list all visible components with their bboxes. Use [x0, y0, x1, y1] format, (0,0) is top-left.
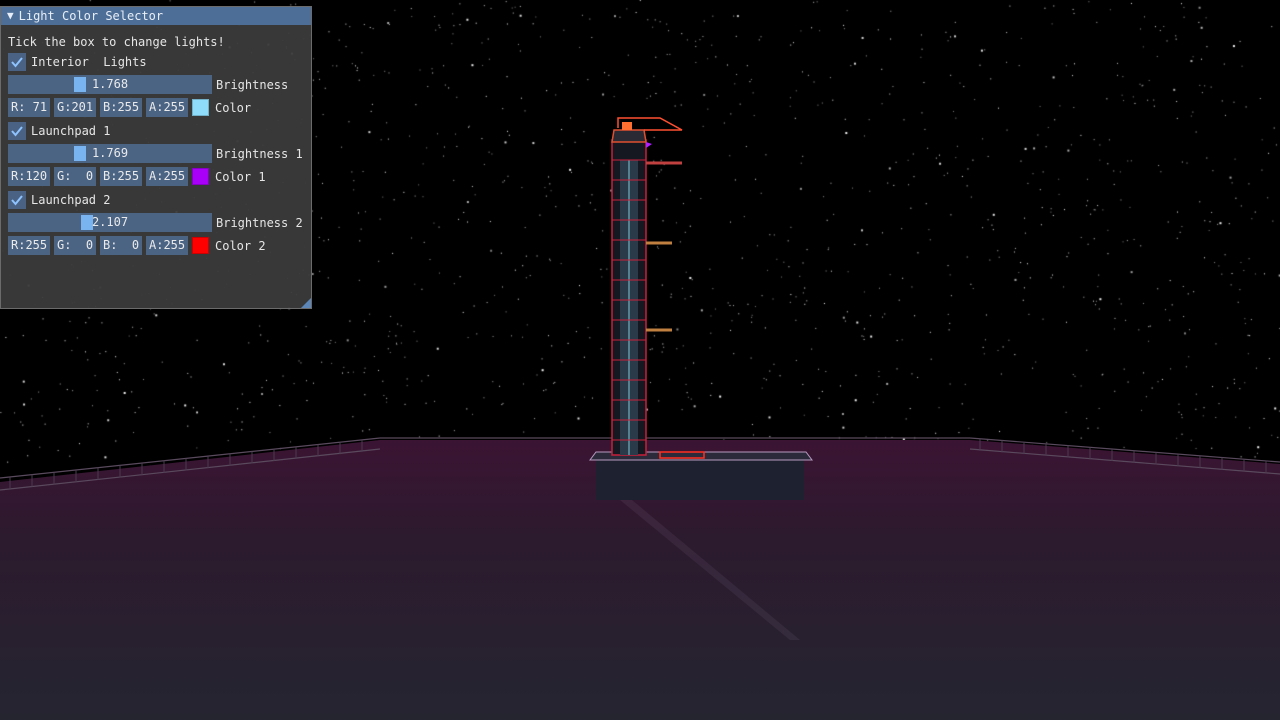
light-toggle-checkbox[interactable]	[8, 121, 26, 140]
color-swatch[interactable]	[192, 168, 209, 185]
color-channel-input[interactable]: A:255	[146, 236, 188, 255]
brightness-slider[interactable]: 1.769	[8, 144, 212, 163]
light-group-2-toggle-row: Launchpad 1	[8, 121, 110, 140]
color-channel-input[interactable]: G: 0	[54, 236, 96, 255]
slider-label: Brightness	[216, 77, 289, 92]
color-row: R: 71 G:201 B:255 A:255 Color	[8, 98, 251, 117]
checkbox-label: Launchpad 1	[31, 123, 111, 138]
light-group-3-toggle-row: Launchpad 2	[8, 190, 110, 209]
light-color-selector-window[interactable]: ▼ Light Color Selector Tick the box to c…	[0, 6, 312, 309]
brightness-row: 2.107 Brightness 2	[8, 213, 303, 232]
slider-value: 1.769	[91, 146, 129, 160]
brightness-row: 1.768 Brightness	[8, 75, 288, 94]
checkmark-icon	[11, 56, 23, 68]
color-channel-input[interactable]: G: 0	[54, 167, 96, 186]
color-channel-input[interactable]: A:255	[146, 98, 188, 117]
launch-tower	[611, 117, 683, 456]
checkmark-icon	[11, 125, 23, 137]
resize-grip[interactable]	[301, 298, 311, 308]
color-row: R:120 G: 0 B:255 A:255 Color 1	[8, 167, 266, 186]
color-channel-input[interactable]: B: 0	[100, 236, 142, 255]
color-swatch[interactable]	[192, 237, 209, 254]
window-title: Light Color Selector	[18, 9, 164, 23]
checkbox-label: Interior Lights	[31, 54, 147, 69]
checkbox-label: Launchpad 2	[31, 192, 111, 207]
checkmark-icon	[11, 194, 23, 206]
color-channel-input[interactable]: B:255	[100, 167, 142, 186]
brightness-slider[interactable]: 2.107	[8, 213, 212, 232]
collapse-triangle-icon[interactable]: ▼	[7, 7, 14, 25]
brightness-row: 1.769 Brightness 1	[8, 144, 303, 163]
slider-value: 2.107	[91, 215, 129, 229]
light-group-1-toggle-row: Interior Lights	[8, 52, 147, 71]
slider-value: 1.768	[91, 77, 129, 91]
color-channel-input[interactable]: B:255	[100, 98, 142, 117]
color-label: Color	[215, 100, 252, 115]
instruction-text: Tick the box to change lights!	[8, 34, 225, 49]
color-channel-input[interactable]: R: 71	[8, 98, 50, 117]
window-title-bar[interactable]: ▼ Light Color Selector	[1, 7, 311, 25]
light-toggle-checkbox[interactable]	[8, 190, 26, 209]
color-channel-input[interactable]: G:201	[54, 98, 96, 117]
color-channel-input[interactable]: R:120	[8, 167, 50, 186]
launch-pad	[589, 451, 813, 500]
slider-label: Brightness 1	[216, 146, 303, 161]
light-toggle-checkbox[interactable]	[8, 52, 26, 71]
color-channel-input[interactable]: A:255	[146, 167, 188, 186]
brightness-slider[interactable]: 1.768	[8, 75, 212, 94]
color-label: Color 1	[215, 169, 266, 184]
color-row: R:255 G: 0 B: 0 A:255 Color 2	[8, 236, 266, 255]
color-channel-input[interactable]: R:255	[8, 236, 50, 255]
slider-label: Brightness 2	[216, 215, 303, 230]
color-label: Color 2	[215, 238, 266, 253]
color-swatch[interactable]	[192, 99, 209, 116]
